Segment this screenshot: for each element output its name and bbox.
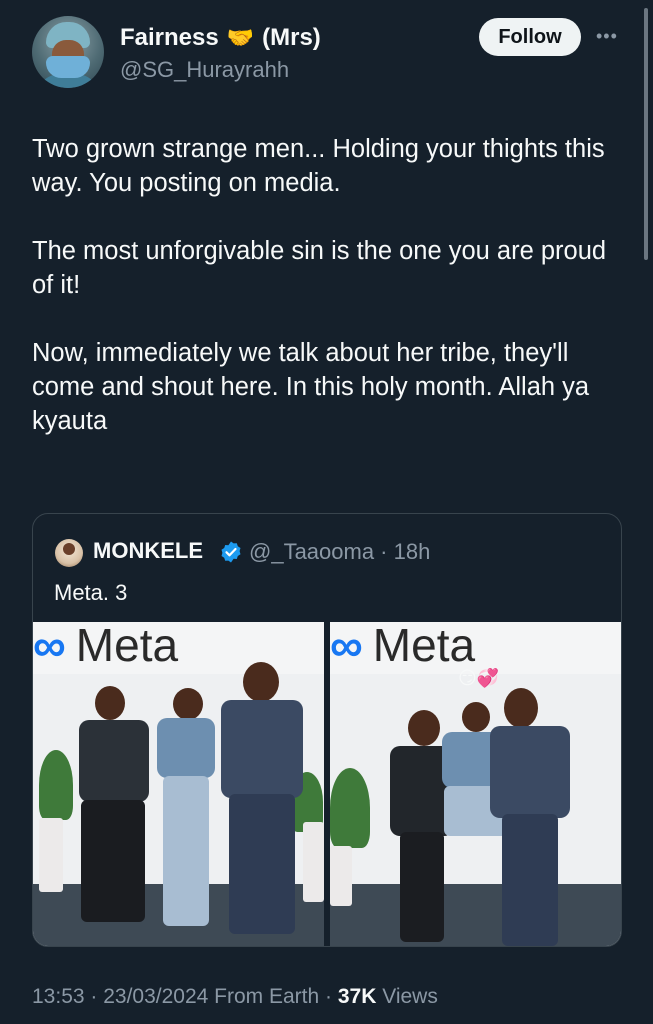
author-display-name[interactable]: Fairness 🤝 (Mrs) [120,24,321,52]
tweet-timestamp[interactable]: 13:53 · 23/03/2024 From Earth · [32,985,338,1008]
more-dots-icon[interactable]: ••• [596,27,620,45]
quoted-author-name[interactable]: MONKELE [93,538,203,564]
emoji-icon: 😏💞 [458,668,500,688]
quoted-tweet-text: Meta. 3 [54,580,128,605]
tweet-text: Two grown strange men... Holding your th… [32,132,632,438]
author-name-text: Fairness [120,24,219,51]
meta-banner: ∞ Meta [330,622,621,674]
views-label: Views [376,985,438,1008]
quoted-tweet-card[interactable]: MONKELE @_Taaooma · 18h Meta. 3 ∞ Meta ∞… [32,513,622,947]
quoted-photo-1[interactable]: ∞ Meta [33,622,324,946]
meta-logo-icon: ∞ [33,622,66,671]
plant-icon [330,768,370,848]
quoted-handle-time[interactable]: @_Taaooma · 18h [249,539,430,565]
plant-pot [39,818,63,892]
author-name-badge: (Mrs) [262,24,321,51]
author-handle[interactable]: @SG_Hurayrahh [120,57,289,83]
follow-button[interactable]: Follow [479,18,581,56]
tweet-paragraph: Two grown strange men... Holding your th… [32,135,605,197]
plant-pot [303,822,324,902]
quoted-author-avatar[interactable] [55,539,83,567]
meta-banner-text: Meta [75,622,179,671]
meta-logo-icon: ∞ [330,622,363,671]
quoted-photo-2[interactable]: ∞ Meta 😏💞 [330,622,621,946]
plant-pot [330,846,352,906]
verified-badge-icon [221,541,241,563]
views-count: 37K [337,985,377,1008]
tweet-paragraph: Now, immediately we talk about her tribe… [32,339,590,435]
tweet-meta-line: 13:53 · 23/03/2024 From Earth · 37K View… [32,985,438,1009]
scrollbar[interactable] [644,8,648,260]
meta-banner: ∞ Meta [33,622,324,674]
meta-banner-text: Meta [372,622,476,671]
carpet-floor [330,884,621,946]
handshake-icon: 🤝 [226,25,255,50]
tweet-paragraph: The most unforgivable sin is the one you… [32,237,607,299]
author-avatar[interactable] [32,16,104,88]
plant-icon [39,750,73,820]
